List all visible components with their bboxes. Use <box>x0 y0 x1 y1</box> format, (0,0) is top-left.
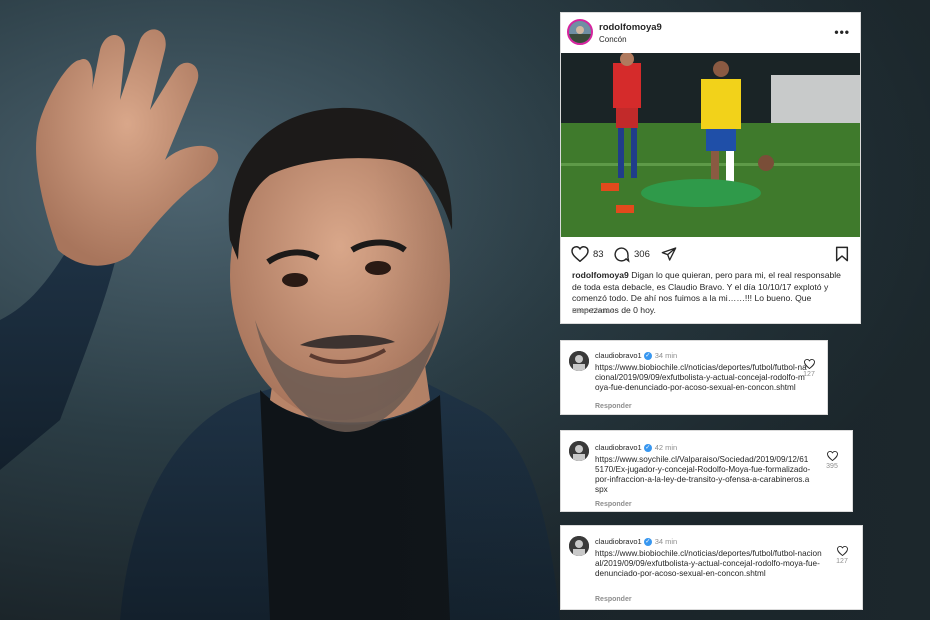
comment-text[interactable]: https://www.biobiochile.cl/noticias/depo… <box>595 549 823 579</box>
like-count: 83 <box>593 248 604 260</box>
verified-badge-icon: ✓ <box>643 538 652 547</box>
comment-avatar[interactable] <box>569 441 589 461</box>
comment-header: claudiobravo1 ✓ 34 min <box>595 537 678 547</box>
heart-icon[interactable] <box>826 450 838 462</box>
caption-username[interactable]: rodolfomoya9 <box>572 270 629 280</box>
post-actions: 83 306 <box>571 237 851 267</box>
reply-button[interactable]: Responder <box>595 501 632 508</box>
heart-icon[interactable] <box>571 246 589 262</box>
comment-username[interactable]: claudiobravo1 <box>595 443 642 452</box>
comment-like-count: 127 <box>836 558 848 565</box>
post-location[interactable]: Concón <box>599 35 627 44</box>
post-timestamp: Hace 2 horas <box>572 308 614 315</box>
share-control[interactable] <box>661 246 677 262</box>
comment-like[interactable]: 127 <box>801 358 817 378</box>
heart-icon[interactable] <box>836 545 848 557</box>
comment-header: claudiobravo1 ✓ 34 min <box>595 351 678 361</box>
post-caption: rodolfomoya9 Digan lo que quieran, pero … <box>572 270 852 317</box>
reply-button[interactable]: Responder <box>595 403 632 410</box>
comment-icon[interactable] <box>613 246 630 263</box>
comment-time: 34 min <box>654 537 678 546</box>
post-header: rodolfomoya9 Concón ••• <box>561 13 860 53</box>
instagram-post: rodolfomoya9 Concón ••• 83 306 rodolfomo… <box>560 12 861 324</box>
comment-card: claudiobravo1 ✓ 34 min https://www.biobioc… <box>560 525 863 610</box>
comment-text[interactable]: https://www.soychile.cl/Valparaiso/Socie… <box>595 455 811 495</box>
comment-username[interactable]: claudiobravo1 <box>595 351 642 360</box>
comment-control[interactable]: 306 <box>613 246 650 263</box>
post-photo[interactable] <box>561 53 860 237</box>
comment-card: claudiobravo1 ✓ 34 min https://www.biobioc… <box>560 340 828 415</box>
comment-count: 306 <box>634 249 650 260</box>
verified-badge-icon: ✓ <box>643 352 652 361</box>
post-username[interactable]: rodolfomoya9 <box>599 22 662 33</box>
comment-card: claudiobravo1 ✓ 42 min https://www.soychil… <box>560 430 853 512</box>
comment-like[interactable]: 127 <box>834 545 850 565</box>
comment-avatar[interactable] <box>569 536 589 556</box>
comment-text[interactable]: https://www.biobiochile.cl/noticias/depo… <box>595 363 807 393</box>
comment-username[interactable]: claudiobravo1 <box>595 537 642 546</box>
comment-like-count: 127 <box>803 371 815 378</box>
send-icon[interactable] <box>661 246 677 262</box>
comment-like-count: 395 <box>826 463 838 470</box>
post-avatar[interactable] <box>567 19 593 45</box>
like-control[interactable]: 83 <box>571 246 604 262</box>
comment-avatar[interactable] <box>569 351 589 371</box>
verified-badge-icon: ✓ <box>643 444 652 453</box>
comment-like[interactable]: 395 <box>824 450 840 470</box>
save-control[interactable] <box>835 246 849 262</box>
bookmark-icon[interactable] <box>835 246 849 262</box>
more-options-icon[interactable]: ••• <box>834 25 850 39</box>
heart-icon[interactable] <box>803 358 815 370</box>
reply-button[interactable]: Responder <box>595 596 632 603</box>
comment-time: 42 min <box>654 443 678 452</box>
comment-time: 34 min <box>654 351 678 360</box>
comment-header: claudiobravo1 ✓ 42 min <box>595 443 678 453</box>
